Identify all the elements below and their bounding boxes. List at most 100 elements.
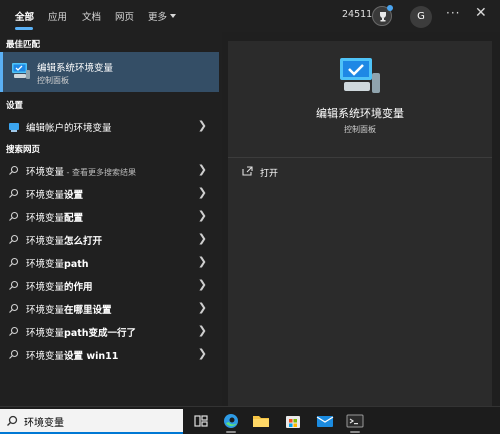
section-settings: 设置	[6, 101, 24, 111]
web-suggestion-item[interactable]: 环境变量设置 win11 ❯	[0, 343, 219, 366]
detail-subtitle: 控制面板	[344, 125, 376, 134]
tab-more-label: 更多	[148, 12, 168, 23]
query-completion: 怎么打开	[64, 236, 103, 247]
search-icon	[9, 257, 19, 267]
web-suggestion-item[interactable]: 环境变量设置 ❯	[0, 182, 219, 205]
web-suggestion-item[interactable]: 环境变量配置 ❯	[0, 205, 219, 228]
search-icon	[9, 303, 19, 313]
query-completion: 的作用	[64, 282, 93, 293]
query-prefix: 环境变量	[26, 282, 65, 293]
tab-documents[interactable]: 文档	[82, 9, 101, 23]
trophy-icon	[380, 12, 386, 22]
terminal-app-button[interactable]	[344, 411, 366, 433]
web-suggestion-label: 环境变量设置	[26, 187, 83, 201]
search-icon	[9, 165, 19, 175]
web-suggestion-item[interactable]: 环境变量在哪里设置 ❯	[0, 297, 219, 320]
query-completion: path	[64, 259, 89, 270]
mail-icon	[316, 416, 334, 427]
chevron-right-icon: ❯	[197, 324, 207, 337]
chevron-down-icon	[170, 14, 177, 18]
chevron-right-icon: ❯	[197, 119, 207, 132]
close-icon[interactable]: ✕	[475, 5, 487, 21]
best-match-name: 编辑系统环境变量	[37, 63, 114, 74]
search-flyout: 全部 应用 文档 网页 更多 24511 G ··· ✕ 最佳匹配 编辑系统环境…	[0, 0, 500, 406]
control-panel-large-icon	[340, 58, 380, 93]
task-view-icon	[194, 415, 208, 427]
chevron-right-icon: ❯	[197, 163, 207, 176]
query-prefix: 环境变量	[26, 190, 65, 201]
divider	[228, 157, 492, 158]
mail-app-button[interactable]	[314, 411, 336, 431]
control-panel-icon	[12, 63, 30, 79]
rewards-points: 24511	[342, 9, 373, 20]
chevron-right-icon: ❯	[197, 301, 207, 314]
settings-item[interactable]: 编辑帐户的环境变量 ❯	[0, 115, 219, 138]
web-suggestion-label: 环境变量path变成一行了	[26, 325, 136, 339]
search-icon	[9, 234, 19, 244]
web-suggestion-item[interactable]: 环境变量的作用 ❯	[0, 274, 219, 297]
best-match-sub: 控制面板	[37, 76, 69, 85]
detail-pane: 编辑系统环境变量 控制面板 打开	[228, 41, 492, 406]
chevron-right-icon: ❯	[197, 347, 207, 360]
search-icon	[7, 415, 18, 426]
task-view-button[interactable]	[190, 411, 212, 431]
file-explorer-button[interactable]	[250, 411, 272, 431]
web-suggestion-label: 环境变量的作用	[26, 279, 93, 293]
search-icon	[9, 211, 19, 221]
search-icon	[9, 326, 19, 336]
tab-apps[interactable]: 应用	[48, 9, 67, 23]
query-prefix: 环境变量	[26, 213, 65, 224]
web-suggestion-label: 环境变量path	[26, 256, 89, 270]
ellipsis-icon[interactable]: ···	[446, 6, 460, 20]
store-icon	[286, 416, 300, 428]
query-prefix: 环境变量	[26, 167, 65, 178]
taskbar	[0, 406, 500, 434]
store-app-button[interactable]	[282, 411, 304, 431]
settings-app-icon	[9, 123, 19, 132]
taskbar-search-box[interactable]	[0, 409, 183, 434]
tab-web[interactable]: 网页	[115, 9, 134, 23]
terminal-icon	[346, 414, 364, 428]
rewards-trophy-button[interactable]	[372, 5, 393, 26]
account-avatar[interactable]: G	[410, 6, 432, 28]
active-tab-indicator	[15, 27, 33, 30]
query-prefix: 环境变量	[26, 236, 65, 247]
search-icon	[9, 349, 19, 359]
chevron-right-icon: ❯	[197, 232, 207, 245]
web-suggestion-label: 环境变量怎么打开	[26, 233, 102, 247]
chevron-right-icon: ❯	[197, 278, 207, 291]
query-completion: path变成一行了	[64, 328, 137, 339]
web-suggestion-label: 环境变量在哪里设置	[26, 302, 112, 316]
query-prefix: 环境变量	[26, 328, 65, 339]
query-completion: 设置	[64, 190, 84, 201]
notification-dot	[387, 5, 393, 11]
web-suggestion-item[interactable]: 环境变量怎么打开 ❯	[0, 228, 219, 251]
web-suggestion-item[interactable]: 环境变量path变成一行了 ❯	[0, 320, 219, 343]
query-completion: 设置 win11	[64, 351, 119, 362]
edge-icon	[224, 414, 238, 428]
search-input[interactable]	[24, 413, 174, 429]
folder-icon	[253, 416, 269, 427]
tab-all[interactable]: 全部	[15, 9, 34, 23]
search-icon	[9, 280, 19, 290]
chevron-right-icon: ❯	[197, 209, 207, 222]
web-suggestion-label: 环境变量设置 win11	[26, 348, 118, 362]
query-completion: 配置	[64, 213, 84, 224]
web-suggestion-item[interactable]: 环境变量path ❯	[0, 251, 219, 274]
query-prefix: 环境变量	[26, 259, 65, 270]
best-match-item[interactable]: 编辑系统环境变量 控制面板	[0, 52, 219, 92]
filter-tab-bar: 全部 应用 文档 网页 更多 24511 G ··· ✕	[0, 0, 500, 32]
chevron-right-icon: ❯	[197, 186, 207, 199]
edge-app-button[interactable]	[220, 411, 242, 433]
web-suggestion-label: 环境变量配置	[26, 210, 83, 224]
query-completion: 在哪里设置	[64, 305, 112, 316]
tab-more[interactable]: 更多	[148, 9, 177, 23]
section-web: 搜索网页	[6, 145, 41, 155]
results-list: 最佳匹配 编辑系统环境变量 控制面板 设置 编辑帐户的环境变量 ❯ 搜索网页 环…	[0, 32, 222, 406]
section-best-match: 最佳匹配	[6, 40, 41, 50]
web-suggestion-item[interactable]: 环境变量 - 查看更多搜索结果 ❯	[0, 159, 219, 182]
settings-item-label: 编辑帐户的环境变量	[26, 123, 112, 134]
search-icon	[9, 188, 19, 198]
detail-title: 编辑系统环境变量	[316, 107, 404, 120]
open-action[interactable]: 打开	[228, 161, 492, 183]
